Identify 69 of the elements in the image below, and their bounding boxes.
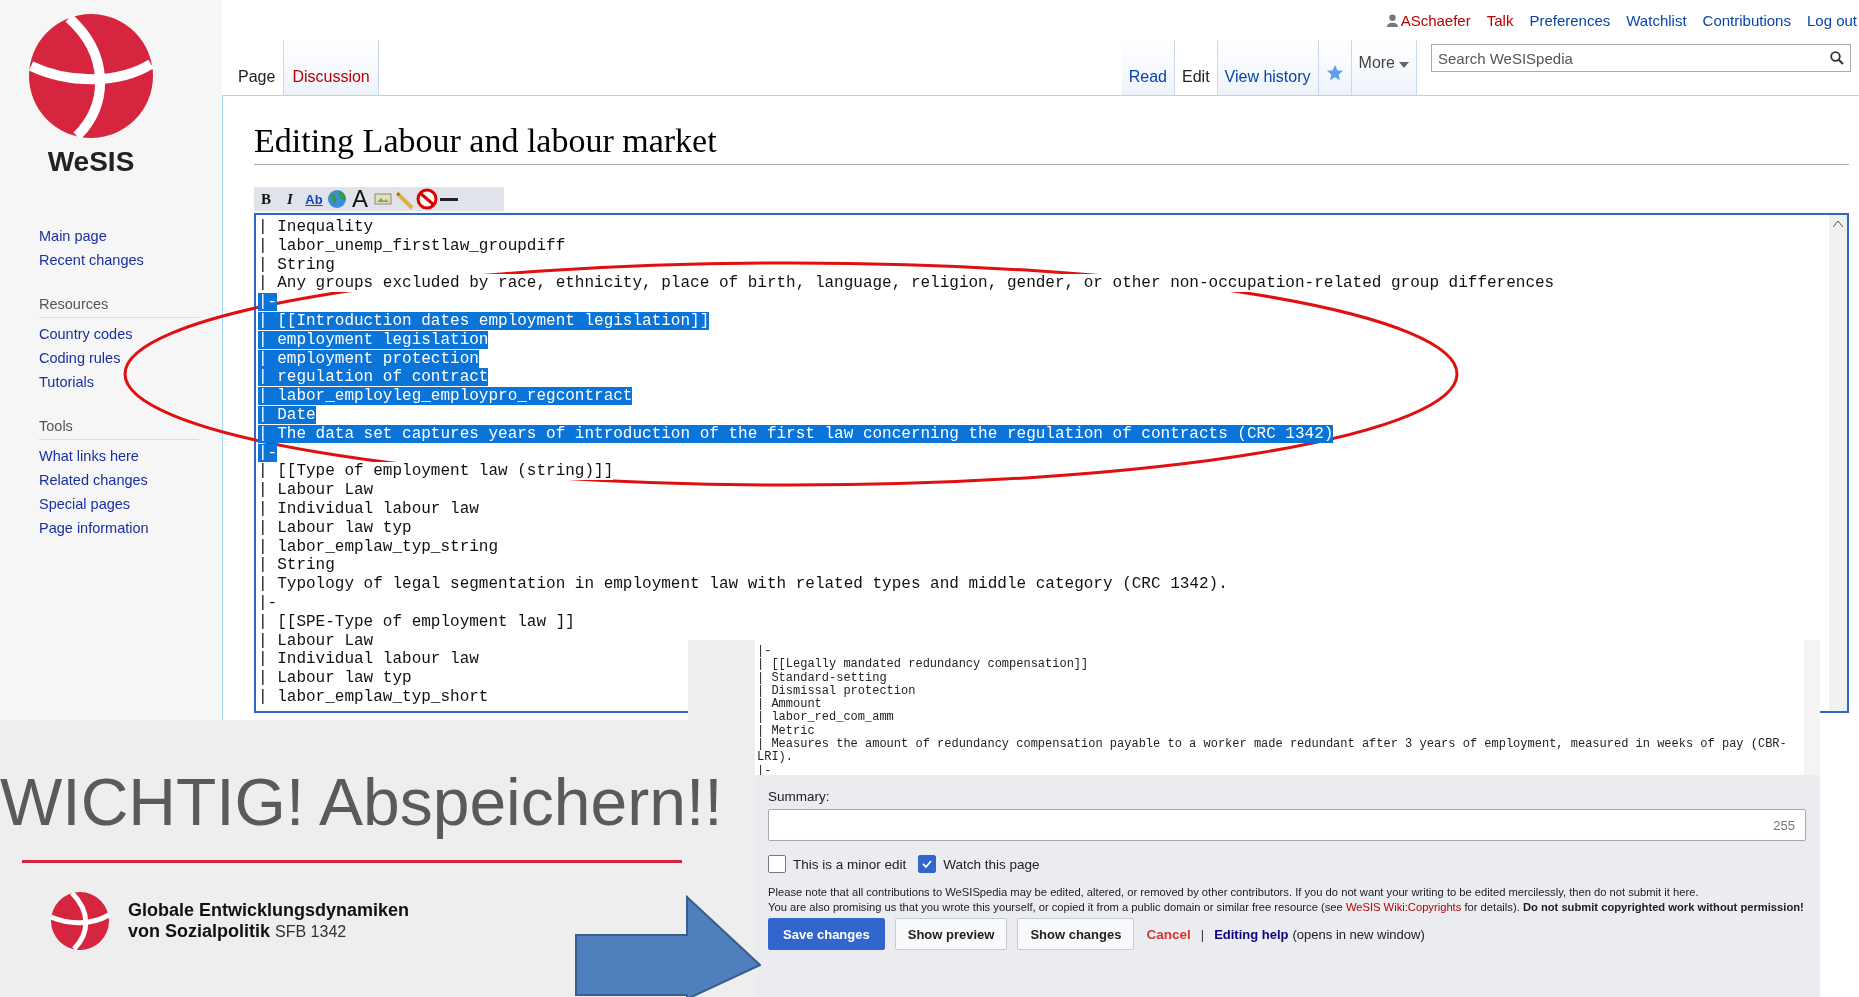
bold-button[interactable]: B (254, 188, 278, 210)
checkbox-label: This is a minor edit (793, 856, 907, 872)
inset-line: | Standard-setting (757, 670, 887, 685)
sidebar-item[interactable]: Recent changes (39, 248, 222, 272)
inset-line: | Measures the amount of redundancy compensation payable to a worker made redundant after 3 years of employment, measured in weeks of pay (CBR- (757, 737, 1787, 752)
headline-button[interactable]: A (348, 188, 372, 210)
sidebar-item[interactable]: Related changes (39, 468, 222, 492)
star-icon[interactable] (1325, 64, 1344, 82)
logo-text: WeSIS (47, 146, 135, 178)
save-button[interactable]: Save changes (768, 918, 885, 950)
brand-tag: SFB 1342 (275, 923, 347, 941)
page-tab[interactable]: Discussion (284, 40, 379, 95)
globe-logo-icon (50, 891, 110, 951)
no-sign-icon[interactable] (416, 188, 438, 210)
help-link[interactable]: Editing help (1214, 926, 1289, 942)
personal-link[interactable]: Contributions (1702, 11, 1791, 29)
sidebar-heading: Resources (39, 296, 199, 318)
sidebar-item[interactable]: Coding rules (39, 346, 222, 370)
personal-link[interactable]: ASchaefer (1400, 11, 1471, 29)
brand-name: Globale Entwicklungsdynamiken (128, 900, 410, 921)
inset-line: | [[Legally mandated redundancy compensation]] (757, 657, 1089, 672)
sidebar-heading: Tools (39, 418, 199, 440)
personal-link[interactable]: Talk (1486, 11, 1514, 29)
inset-line: LRI). (757, 750, 793, 765)
sidebar-item[interactable]: Tutorials (39, 370, 222, 394)
action-button[interactable]: Show preview (894, 918, 1008, 950)
checkbox-label: Watch this page (943, 856, 1040, 872)
view-tab[interactable]: View history (1217, 40, 1319, 95)
checkbox[interactable] (768, 855, 786, 873)
sidebar-item[interactable]: Page information (39, 516, 222, 540)
brand-name: von Sozialpolitik (128, 921, 270, 942)
summary-label: Summary: (768, 789, 831, 804)
notice-text: for details). Do not submit copyrighted work without permission! (1464, 900, 1804, 913)
slide-title: WICHTIG! Abspeichern!! (0, 764, 723, 841)
search-icon[interactable] (1830, 51, 1844, 65)
inset-line: | labor_red_com_amm (757, 710, 894, 725)
sidebar-item[interactable]: Special pages (39, 492, 222, 516)
character-counter: 255 (1773, 817, 1795, 833)
more-menu[interactable]: More (1351, 40, 1417, 95)
help-note: (opens in new window) (1292, 926, 1425, 942)
link-button[interactable]: Ab (302, 188, 326, 210)
inset-line: | Dismissal protection (757, 683, 916, 698)
cancel-link[interactable]: Cancel (1146, 926, 1191, 942)
search-field[interactable]: Search WeSISpedia (1431, 44, 1851, 72)
italic-button[interactable]: I (278, 188, 302, 210)
sidebar-item[interactable]: Main page (39, 224, 222, 248)
notice-text: Please note that all contributions to WeSISpedia may be edited, altered, or removed by other contributors. If you do not want your writing to be edited mercilessly, then do not submit it here. (768, 885, 1700, 900)
view-tab[interactable]: Read (1121, 40, 1175, 95)
inset-line: |- (757, 644, 772, 658)
personal-link[interactable]: Watchlist (1626, 11, 1687, 29)
notice-text: You are also promising us that you wrote this yourself, or copied it from a public domain or similar free resource (see (768, 900, 1343, 913)
check-icon (921, 858, 934, 870)
caret-icon (1399, 62, 1409, 68)
sidebar-item[interactable]: Country codes (39, 322, 222, 346)
arrow-icon (575, 895, 761, 997)
sidebar-item[interactable]: What links here (39, 444, 222, 468)
checkbox[interactable] (918, 855, 937, 873)
personal-link[interactable]: Log out (1806, 11, 1857, 29)
copyrights-link[interactable]: WeSIS Wiki:Copyrights (1345, 900, 1462, 913)
personal-link[interactable]: Preferences (1529, 11, 1611, 29)
page-heading: Editing Labour and labour market (254, 122, 1849, 165)
summary-field[interactable]: 255 (768, 809, 1806, 841)
separator: | (1200, 926, 1205, 942)
scrollbar[interactable] (1829, 215, 1847, 711)
inset-line: | Metric (757, 723, 815, 738)
user-icon (1386, 13, 1398, 27)
inset-line: | Ammount (757, 697, 822, 712)
action-button[interactable]: Show changes (1017, 918, 1135, 950)
globe-icon[interactable] (326, 188, 348, 210)
